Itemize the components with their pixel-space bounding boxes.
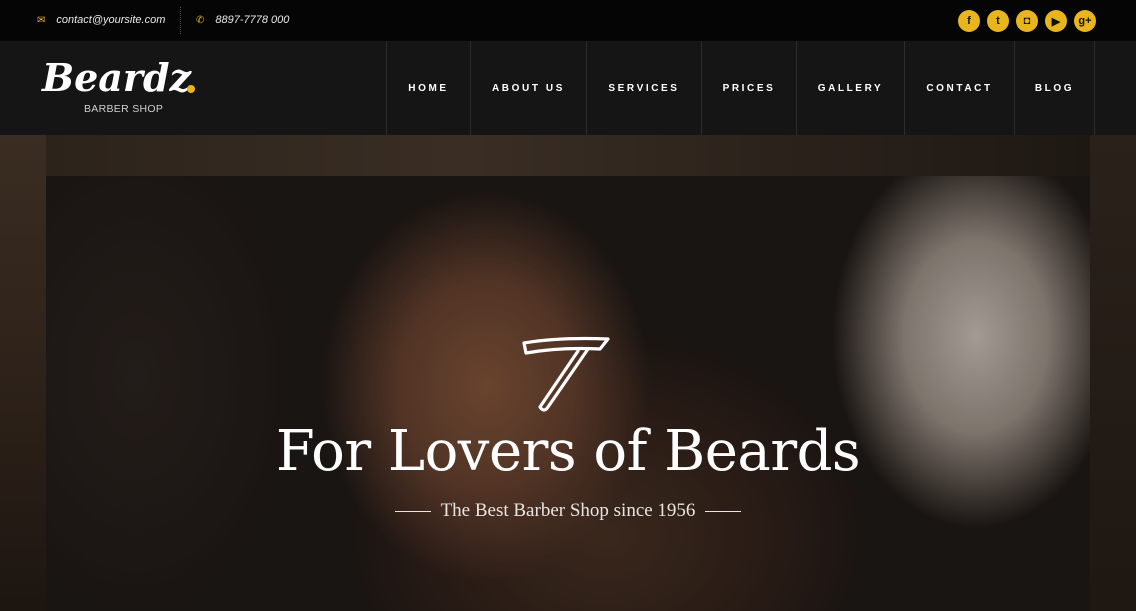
top-bar-divider <box>180 7 181 34</box>
google-plus-icon[interactable]: g+ <box>1074 10 1096 32</box>
logo-wordmark: Beardz <box>42 55 192 100</box>
instagram-icon[interactable]: ◘ <box>1016 10 1038 32</box>
subtitle-rule-right <box>705 510 742 512</box>
twitter-icon[interactable]: t <box>987 10 1009 32</box>
top-bar: ✉ contact@yoursite.com ✆ 8897-7778 000 f… <box>0 0 1136 41</box>
hero-backdrop-left <box>0 135 46 611</box>
hero-title: For Lovers of Beards <box>275 419 861 484</box>
facebook-icon[interactable]: f <box>958 10 980 32</box>
hero-subtitle: The Best Barber Shop since 1956 <box>0 500 1136 522</box>
social-links: f t ◘ ▶ g+ <box>958 10 1096 32</box>
nav-item-about-us[interactable]: ABOUT US <box>470 41 586 135</box>
nav-item-contact[interactable]: CONTACT <box>904 41 1014 135</box>
hero-backdrop-top <box>46 135 1090 176</box>
hero-subtitle-text: The Best Barber Shop since 1956 <box>440 500 696 521</box>
main-nav: HOME ABOUT US SERVICES PRICES GALLERY CO… <box>386 41 1095 135</box>
nav-item-gallery[interactable]: GALLERY <box>796 41 904 135</box>
subtitle-rule-left <box>394 510 431 512</box>
hero-backdrop-right <box>1090 135 1136 611</box>
email-text[interactable]: contact@yoursite.com <box>56 14 165 26</box>
youtube-icon[interactable]: ▶ <box>1045 10 1067 32</box>
nav-item-prices[interactable]: PRICES <box>701 41 796 135</box>
phone-icon: ✆ <box>196 14 205 26</box>
email-contact[interactable]: ✉ contact@yoursite.com <box>37 12 165 28</box>
logo-dot <box>187 85 195 93</box>
razor-icon <box>522 336 610 412</box>
phone-text[interactable]: 8897-7778 000 <box>215 14 289 26</box>
nav-item-blog[interactable]: BLOG <box>1014 41 1095 135</box>
nav-item-home[interactable]: HOME <box>386 41 470 135</box>
phone-contact[interactable]: ✆ 8897-7778 000 <box>196 12 289 28</box>
envelope-icon: ✉ <box>37 14 46 26</box>
logo-tagline: BARBER SHOP <box>84 103 164 115</box>
main-header: Beardz BARBER SHOP HOME ABOUT US SERVICE… <box>0 41 1136 135</box>
site-logo[interactable]: Beardz BARBER SHOP <box>42 55 202 119</box>
nav-item-services[interactable]: SERVICES <box>586 41 701 135</box>
